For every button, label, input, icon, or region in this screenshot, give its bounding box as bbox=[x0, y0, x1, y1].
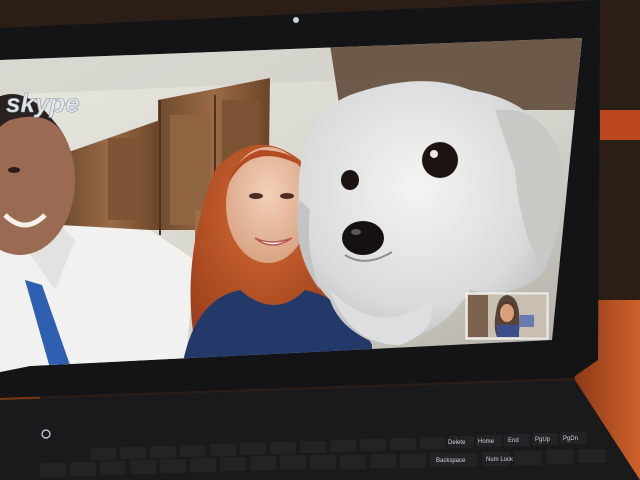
svg-text:skype: skype bbox=[6, 88, 80, 118]
webcam-dot bbox=[293, 17, 299, 23]
laptop-photo: skype Delete Home End PgUp PgDn Backspac… bbox=[0, 0, 640, 480]
key-pgdn[interactable]: PgDn bbox=[563, 436, 578, 442]
dog-nose bbox=[342, 221, 384, 255]
dog-eye-left bbox=[341, 170, 359, 190]
skype-logo: skype bbox=[6, 88, 80, 119]
key-backspace[interactable]: Backspace bbox=[436, 458, 466, 464]
key-end[interactable]: End bbox=[508, 438, 519, 444]
key-home[interactable]: Home bbox=[478, 439, 495, 445]
dog-eye-right bbox=[422, 142, 458, 178]
self-view-thumbnail[interactable] bbox=[465, 292, 549, 340]
key-delete[interactable]: Delete bbox=[448, 440, 466, 446]
video-call-window: skype bbox=[0, 38, 582, 372]
key-pgup[interactable]: PgUp bbox=[535, 437, 551, 443]
key-num-lock[interactable]: Num Lock bbox=[486, 457, 514, 463]
